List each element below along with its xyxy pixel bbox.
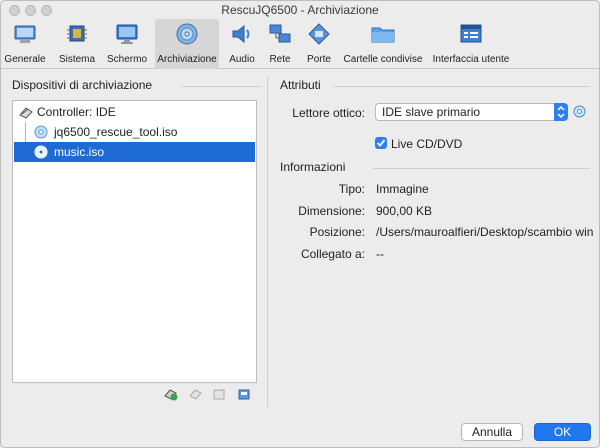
size-label: Dimensione: bbox=[298, 204, 365, 218]
tab-rete[interactable]: Rete bbox=[263, 19, 297, 69]
title-bar: RescuJQ6500 - Archiviazione bbox=[1, 1, 599, 19]
tree-row-controller[interactable]: Controller: IDE bbox=[14, 102, 255, 122]
type-label: Tipo: bbox=[338, 182, 365, 196]
divider bbox=[181, 86, 261, 87]
display-icon bbox=[116, 24, 138, 44]
toolbar: Generale Sistema Schermo Archiviazione A… bbox=[1, 19, 599, 69]
settings-window: RescuJQ6500 - Archiviazione Generale Sis… bbox=[0, 0, 600, 448]
tab-porte[interactable]: Porte bbox=[301, 19, 337, 69]
ok-button[interactable]: OK bbox=[534, 423, 591, 441]
type-value: Immagine bbox=[376, 182, 429, 196]
optical-drive-label: Lettore ottico: bbox=[292, 106, 365, 120]
location-label: Posizione: bbox=[309, 225, 365, 239]
cancel-button[interactable]: Annulla bbox=[461, 423, 523, 441]
location-value: /Users/mauroalfieri/Desktop/scambio win.… bbox=[376, 225, 594, 239]
divider bbox=[373, 168, 590, 169]
size-value: 900,00 KB bbox=[376, 204, 433, 218]
tree-item-label: music.iso bbox=[54, 145, 105, 159]
controller-label: Controller: IDE bbox=[37, 105, 116, 119]
speaker-icon bbox=[232, 24, 250, 44]
live-cd-label: Live CD/DVD bbox=[391, 137, 463, 151]
user-interface-icon bbox=[460, 24, 482, 43]
tree-row-iso-1[interactable]: jq6500_rescue_tool.iso bbox=[14, 122, 255, 142]
tab-archiviazione[interactable]: Archiviazione bbox=[155, 19, 219, 69]
select-arrows-icon bbox=[554, 103, 568, 121]
attached-to-label: Collegato a: bbox=[300, 247, 365, 261]
general-icon bbox=[14, 25, 36, 43]
optical-drive-select[interactable]: IDE slave primario bbox=[375, 103, 568, 121]
tree-row-iso-2[interactable]: music.iso bbox=[14, 142, 255, 162]
add-attachment-icon[interactable] bbox=[212, 387, 226, 401]
remove-controller-icon[interactable] bbox=[189, 387, 203, 401]
zoom-window-button[interactable] bbox=[41, 5, 52, 16]
optical-disc-icon bbox=[34, 145, 48, 159]
network-icon bbox=[269, 24, 291, 43]
tree-item-label: jq6500_rescue_tool.iso bbox=[54, 125, 178, 139]
close-window-button[interactable] bbox=[9, 5, 20, 16]
tab-generale[interactable]: Generale bbox=[3, 19, 47, 69]
ports-icon bbox=[308, 23, 330, 45]
system-chip-icon bbox=[67, 25, 87, 42]
tab-cartelle-condivise[interactable]: Cartelle condivise bbox=[343, 19, 423, 69]
live-cd-checkbox[interactable] bbox=[375, 137, 387, 149]
ide-controller-icon bbox=[19, 107, 33, 119]
window-title: RescuJQ6500 - Archiviazione bbox=[221, 3, 379, 17]
tab-schermo[interactable]: Schermo bbox=[105, 19, 149, 69]
tab-interfaccia-utente[interactable]: Interfaccia utente bbox=[429, 19, 513, 69]
tab-audio[interactable]: Audio bbox=[225, 19, 259, 69]
attributes-heading: Attributi bbox=[280, 78, 321, 92]
storage-disk-icon bbox=[176, 23, 198, 45]
folder-icon bbox=[371, 27, 395, 43]
storage-devices-heading: Dispositivi di archiviazione bbox=[12, 78, 153, 92]
storage-tree[interactable]: Controller: IDE jq6500_rescue_tool.iso m… bbox=[12, 100, 257, 383]
minimize-window-button[interactable] bbox=[25, 5, 36, 16]
remove-attachment-icon[interactable] bbox=[237, 387, 251, 401]
choose-disk-icon[interactable] bbox=[573, 105, 586, 118]
optical-disc-icon bbox=[34, 125, 48, 139]
tab-sistema[interactable]: Sistema bbox=[55, 19, 99, 69]
optical-drive-value: IDE slave primario bbox=[382, 105, 481, 119]
information-heading: Informazioni bbox=[280, 160, 346, 174]
attached-to-value: -- bbox=[376, 247, 384, 261]
add-controller-icon[interactable] bbox=[164, 387, 178, 401]
pane-divider bbox=[267, 77, 268, 407]
divider bbox=[334, 86, 590, 87]
